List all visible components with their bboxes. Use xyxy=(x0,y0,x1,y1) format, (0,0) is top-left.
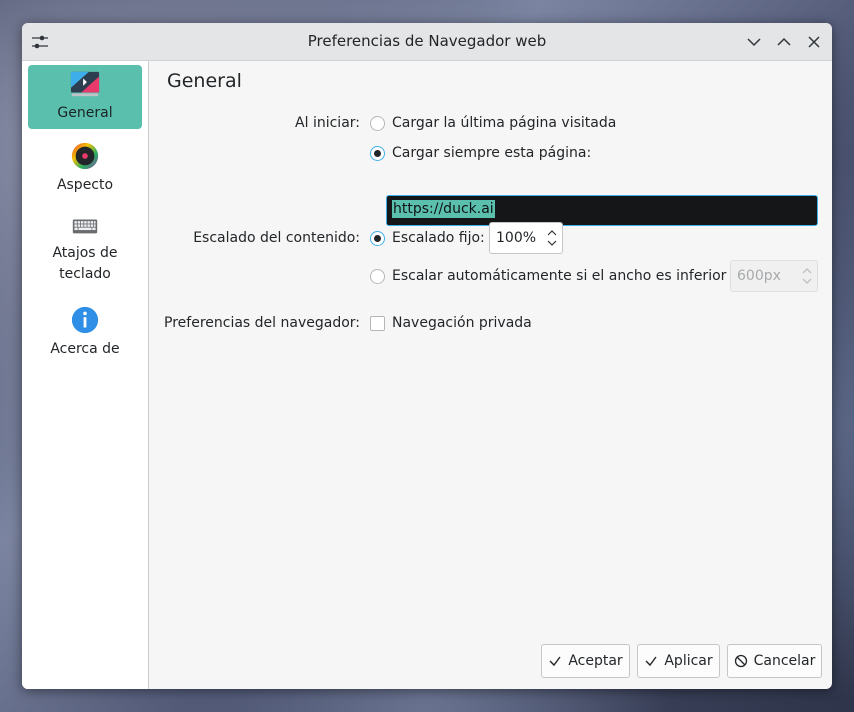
scaling-auto-label[interactable]: Escalar automáticamente si el ancho es i… xyxy=(392,268,726,284)
apply-button[interactable]: Aplicar xyxy=(637,644,720,678)
sidebar: General Aspecto Atajos de teclado Acerca… xyxy=(22,61,149,689)
startup-always-label[interactable]: Cargar siempre esta página: xyxy=(392,145,591,161)
sidebar-item-atajos[interactable]: Atajos de teclado xyxy=(28,209,142,293)
checkmark-icon xyxy=(645,656,657,667)
startup-url-input[interactable]: https://duck.ai xyxy=(386,195,818,226)
scaling-fixed-spinbox[interactable]: 100% xyxy=(489,222,563,254)
page-title: General xyxy=(167,70,242,92)
startup-last-radio[interactable] xyxy=(370,116,385,131)
startup-always-radio[interactable] xyxy=(370,146,385,161)
chevron-up-icon xyxy=(777,37,791,46)
color-wheel-icon xyxy=(71,142,99,170)
startup-label: Al iniciar: xyxy=(295,115,360,131)
close-icon xyxy=(808,36,820,48)
sidebar-item-aspecto[interactable]: Aspecto xyxy=(28,137,142,201)
sidebar-item-general[interactable]: General xyxy=(28,65,142,129)
sidebar-item-label: Atajos de teclado xyxy=(52,245,118,282)
maximize-button[interactable] xyxy=(773,31,795,53)
spinbox-value: 600px xyxy=(737,268,781,284)
private-browsing-checkbox[interactable] xyxy=(370,316,385,331)
info-icon xyxy=(71,306,99,334)
scaling-fixed-label[interactable]: Escalado fijo: xyxy=(392,230,485,246)
spinbox-value: 100% xyxy=(496,230,537,246)
startup-last-label[interactable]: Cargar la última página visitada xyxy=(392,115,616,131)
private-browsing-label[interactable]: Navegación privada xyxy=(392,315,532,331)
keyboard-icon xyxy=(72,219,98,234)
url-text: https://duck.ai xyxy=(392,200,495,218)
accept-button[interactable]: Aceptar xyxy=(541,644,630,678)
spin-arrows-icon[interactable] xyxy=(546,227,558,249)
minimize-button[interactable] xyxy=(743,31,765,53)
accept-label: Aceptar xyxy=(568,653,623,669)
general-page: General Al iniciar: Cargar la última pág… xyxy=(149,61,832,689)
cancel-icon xyxy=(734,654,747,668)
close-button[interactable] xyxy=(803,31,825,53)
sidebar-item-label: General xyxy=(57,105,113,121)
cancel-button[interactable]: Cancelar xyxy=(727,644,822,678)
general-icon xyxy=(70,71,100,97)
chevron-down-icon xyxy=(747,38,761,47)
browser-prefs-label: Preferencias del navegador: xyxy=(164,315,360,331)
scaling-label: Escalado del contenido: xyxy=(193,230,360,246)
checkmark-icon xyxy=(549,656,561,667)
window-title: Preferencias de Navegador web xyxy=(307,32,547,50)
scaling-fixed-radio[interactable] xyxy=(370,231,385,246)
apply-label: Aplicar xyxy=(664,653,713,669)
scaling-auto-radio[interactable] xyxy=(370,269,385,284)
sidebar-item-label: Acerca de xyxy=(50,341,120,357)
scaling-auto-spinbox[interactable]: 600px xyxy=(730,260,818,292)
titlebar[interactable]: Preferencias de Navegador web xyxy=(22,23,832,61)
preferences-dialog: Preferencias de Navegador web General As… xyxy=(22,23,832,689)
sidebar-item-label: Aspecto xyxy=(56,177,114,193)
sidebar-item-acerca[interactable]: Acerca de xyxy=(28,301,142,365)
spin-arrows-icon[interactable] xyxy=(801,265,813,287)
cancel-label: Cancelar xyxy=(753,653,816,669)
